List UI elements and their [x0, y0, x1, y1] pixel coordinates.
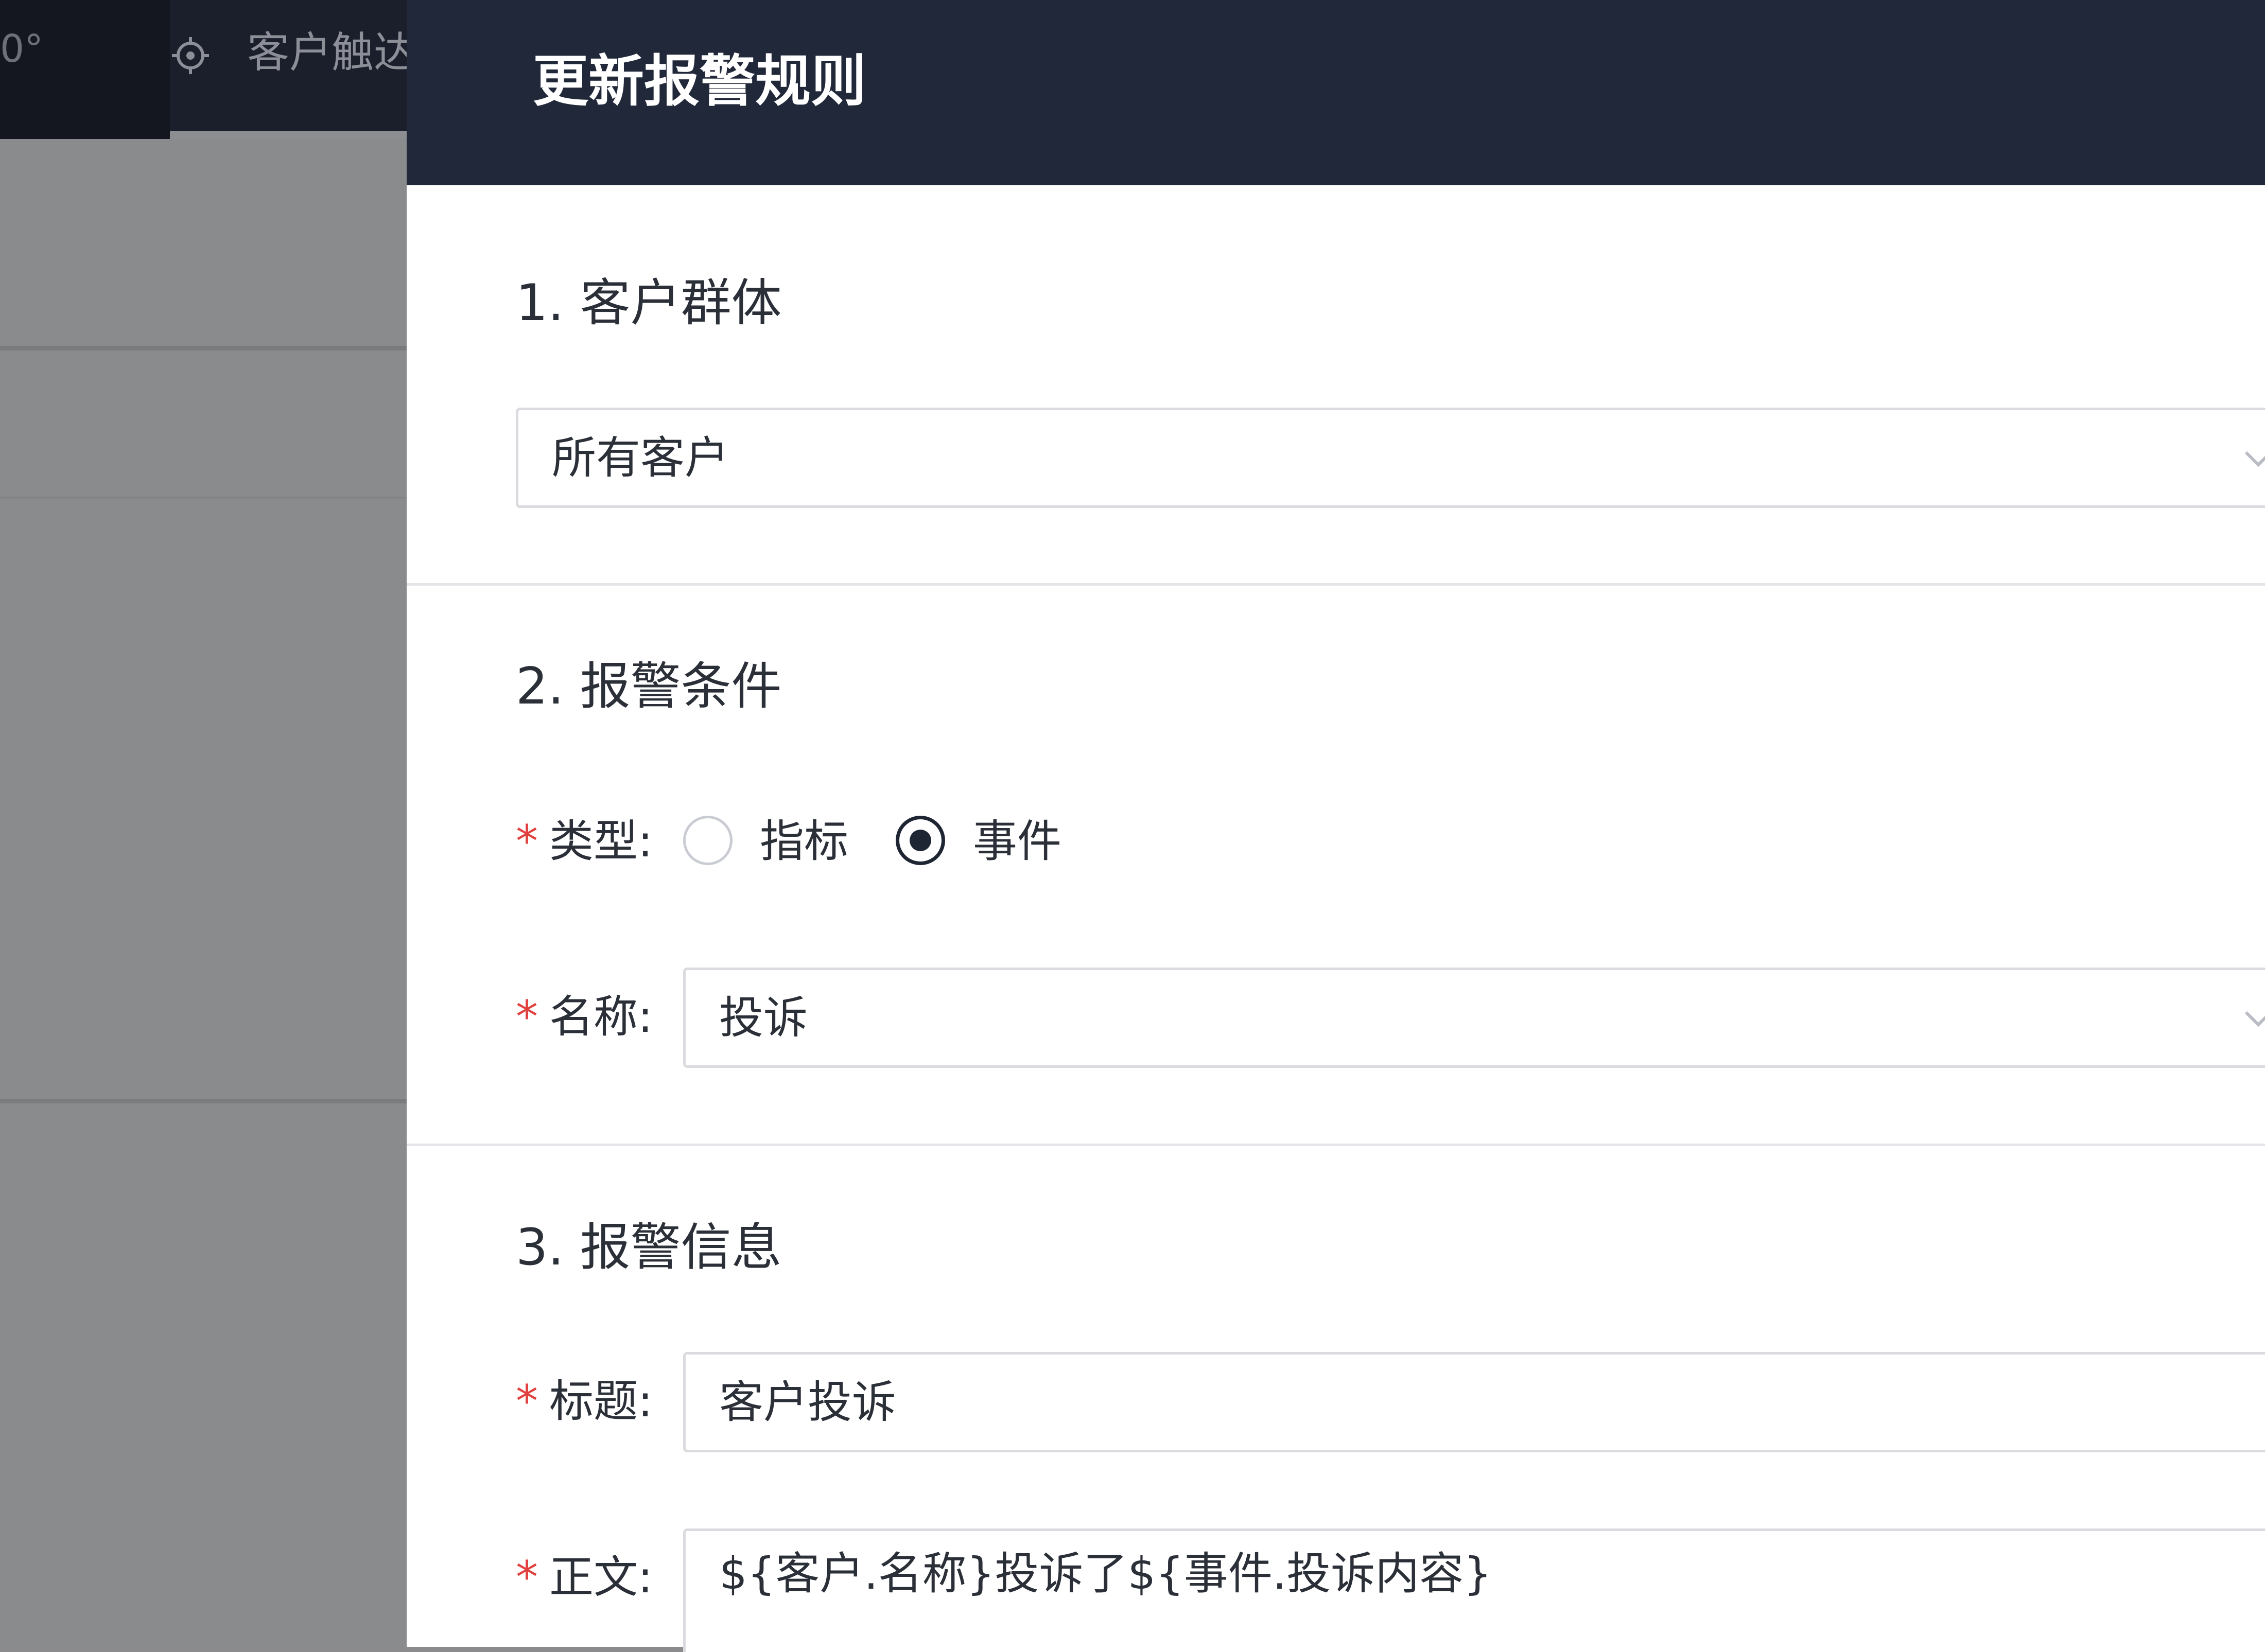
section-title-alert-info: 3. 报警信息	[516, 1218, 782, 1277]
type-radio-metric-label[interactable]: 指标	[760, 819, 848, 864]
event-name-select-value: 投诉	[719, 992, 808, 1044]
type-radio-event-label[interactable]: 事件	[973, 819, 1061, 864]
required-mark: *	[516, 1552, 538, 1603]
alert-title-input-value: 客户投诉	[719, 1376, 896, 1428]
type-label-text: 类型:	[549, 816, 653, 867]
background-divider	[0, 346, 407, 350]
update-alert-rule-drawer: 更新报警规则 1. 客户群体 所有客户 2. 报警条件 * 类型: 指标 事件 *…	[407, 0, 2265, 1652]
background-nav-item: 客户触达	[170, 0, 407, 139]
background-divider	[0, 497, 407, 499]
audience-select[interactable]: 所有客户	[516, 408, 2265, 508]
chevron-down-icon	[2244, 451, 2265, 467]
background-nav-left-text: 0°	[0, 27, 44, 71]
background-nav-underline	[170, 131, 407, 139]
alert-body-label: * 正文:	[516, 1555, 653, 1600]
background-nav-item-label: 客户触达	[247, 28, 407, 77]
event-name-select[interactable]: 投诉	[683, 968, 2265, 1068]
section-title-audience: 1. 客户群体	[516, 274, 782, 332]
drawer-header: 更新报警规则	[407, 0, 2265, 185]
type-radio-event[interactable]	[896, 816, 945, 865]
alert-body-textarea-value: ${客户.名称}投诉了${事件.投诉内容}	[719, 1548, 1492, 1600]
background-app: 0° 客户触达	[0, 0, 407, 1647]
audience-select-value: 所有客户	[552, 432, 729, 484]
required-mark: *	[516, 1376, 538, 1427]
alert-body-textarea[interactable]: ${客户.名称}投诉了${事件.投诉内容}	[683, 1528, 2265, 1652]
section-title-conditions: 2. 报警条件	[516, 657, 782, 716]
required-mark: *	[516, 991, 538, 1043]
chevron-down-icon	[2244, 1011, 2265, 1027]
name-label-text: 名称:	[549, 991, 653, 1043]
name-label: * 名称:	[516, 995, 653, 1039]
alert-title-label-text: 标题:	[549, 1376, 653, 1427]
alert-title-input[interactable]: 客户投诉	[683, 1352, 2265, 1452]
section-divider	[407, 583, 2265, 586]
drawer-title: 更新报警规则	[533, 49, 867, 114]
section-divider	[407, 1144, 2265, 1146]
type-radio-metric[interactable]	[683, 816, 733, 865]
background-divider	[0, 1099, 407, 1103]
alert-body-label-text: 正文:	[549, 1552, 653, 1603]
alert-title-label: * 标题:	[516, 1379, 653, 1423]
type-label: * 类型:	[516, 819, 653, 864]
required-mark: *	[516, 816, 538, 867]
